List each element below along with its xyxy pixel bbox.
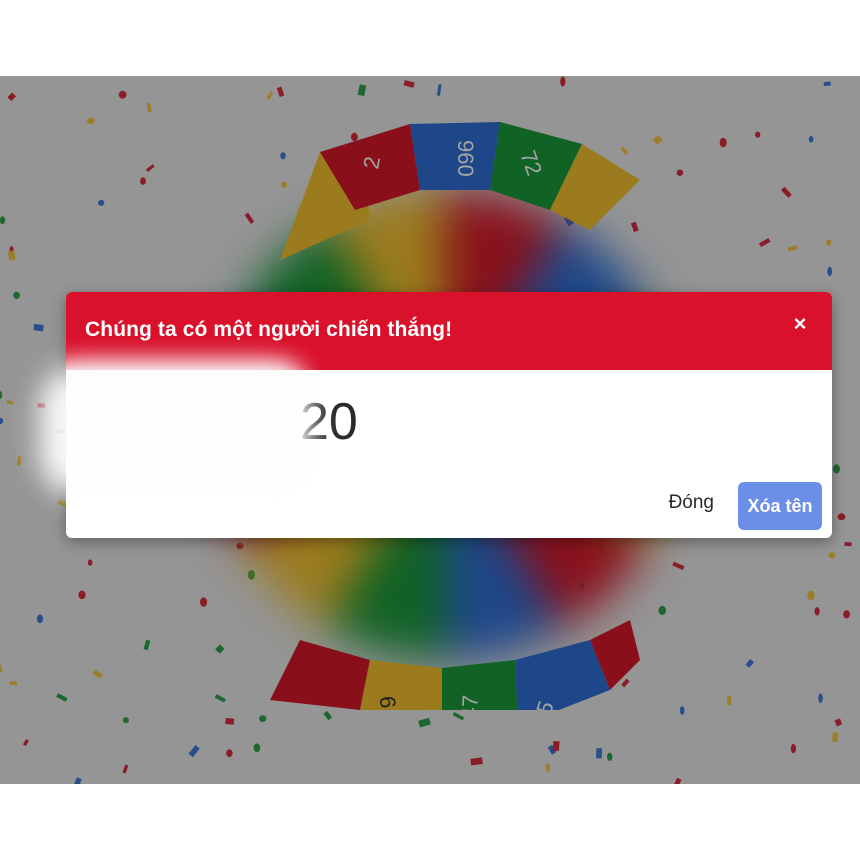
wheel-page: 2 960 72 4 979 947 5 Chúng ta có một ngư… — [0, 76, 860, 784]
close-button[interactable]: Đóng — [669, 492, 714, 514]
dialog-header: Chúng ta có một người chiến thắng! × — [66, 292, 832, 370]
redaction-blur — [40, 366, 310, 496]
dialog-title: Chúng ta có một người chiến thắng! — [85, 318, 453, 341]
close-icon[interactable]: × — [788, 312, 812, 336]
remove-name-button[interactable]: Xóa tên — [738, 482, 822, 530]
